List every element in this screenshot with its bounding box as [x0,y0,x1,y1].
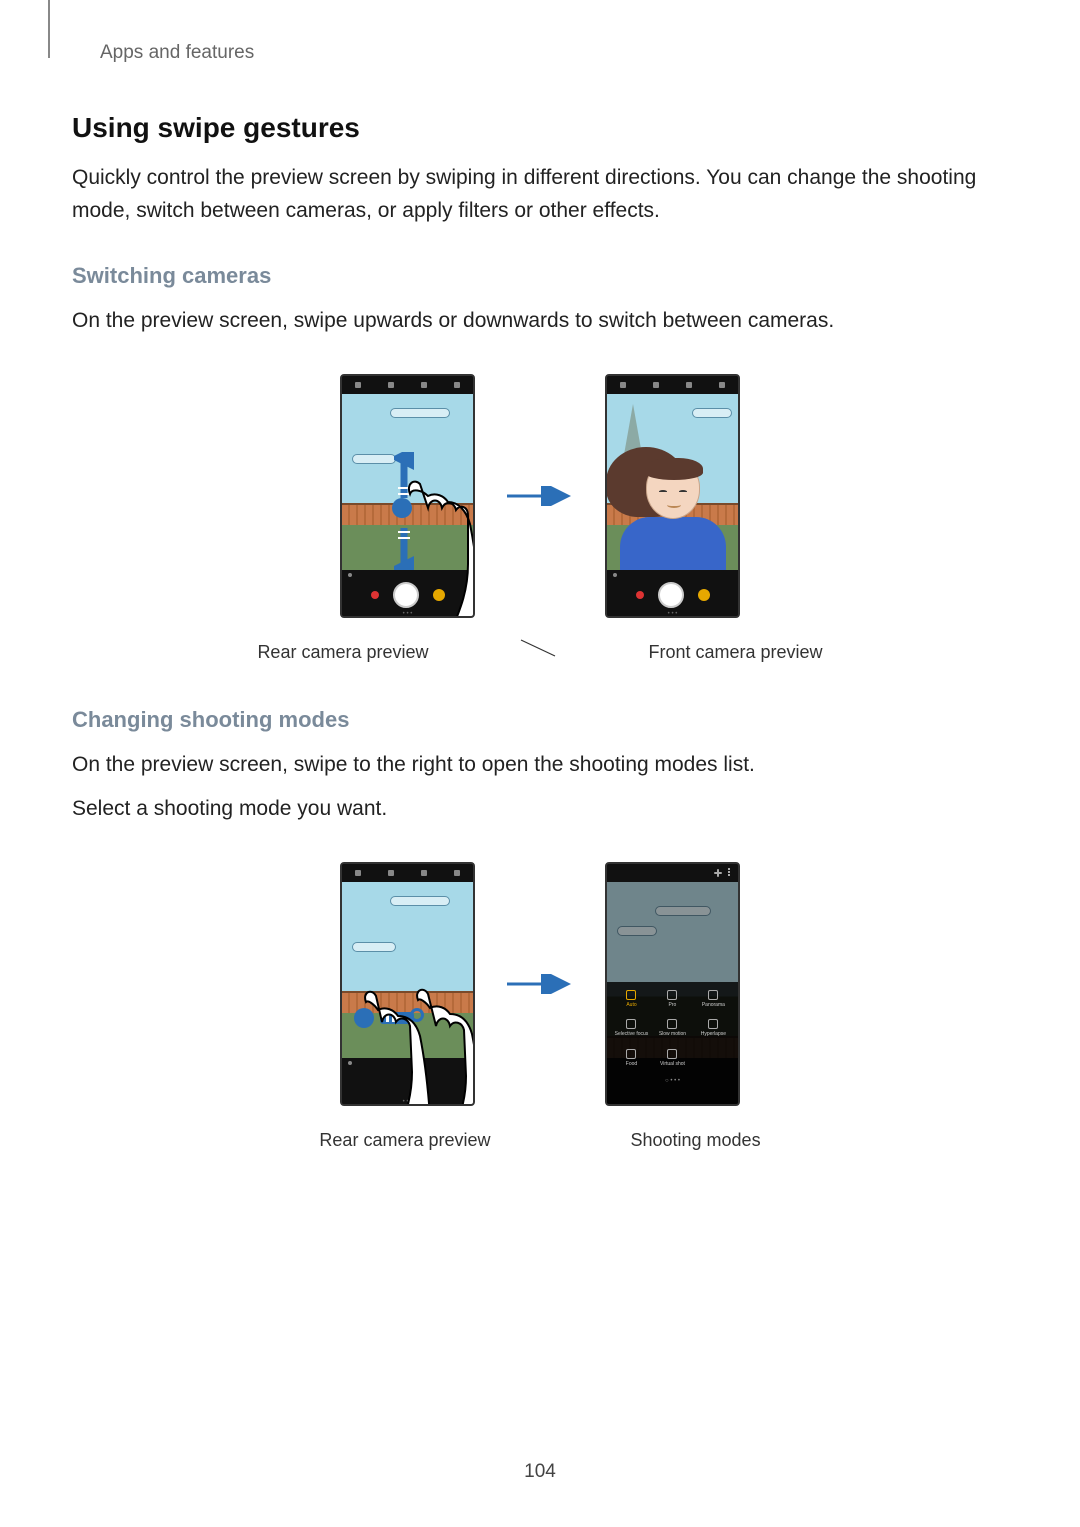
shutter-icon [393,582,419,608]
more-icon [728,868,730,878]
shooting-modes-panel: Auto Pro Panorama Selective focus Slow m… [607,982,738,1104]
plus-icon [714,869,722,877]
touch-indicator-icon [354,1008,374,1028]
mode-icon [433,589,445,601]
phone-mock-rear: • • • [340,862,475,1106]
record-icon [371,591,379,599]
page-content: Apps and features Using swipe gestures Q… [0,0,1080,1151]
figure-caption: Front camera preview [649,642,823,663]
touch-indicator-end-icon [410,1008,424,1022]
breadcrumb: Apps and features [100,42,1008,64]
transition-arrow-icon [505,974,575,994]
figure-rear-preview-swipe-right: • • • [340,862,475,1106]
phone-viewfinder [342,394,473,570]
transition-arrow-icon [505,486,575,506]
phone-topbar [342,864,473,882]
figure-shooting-modes: Auto Pro Panorama Selective focus Slow m… [605,862,740,1106]
mode-item: Slow motion [652,1017,693,1047]
figure-front-preview: • • • [605,374,740,618]
mode-item: Panorama [693,988,734,1018]
figure-caption: Rear camera preview [257,642,428,663]
phone-mock-modes: Auto Pro Panorama Selective focus Slow m… [605,862,740,1106]
mode-item: Selective focus [611,1017,652,1047]
shutter-icon [658,582,684,608]
page-number: 104 [524,1461,556,1483]
figure-rear-preview: • • • [340,374,475,618]
caption-leader-line [519,638,559,658]
phone-mock-front: • • • [605,374,740,618]
phone-shutter-bar: • • • [342,570,473,618]
mode-item: Auto [611,988,652,1018]
swipe-up-arrow-icon [394,452,414,502]
figure-caption: Shooting modes [630,1130,760,1151]
section-heading-changing-modes: Changing shooting modes [72,707,1008,733]
phone-mock-rear: • • • [340,374,475,618]
selfie-illustration [646,461,700,519]
phone-shutter-bar: • • • [342,1058,473,1106]
phone-topbar [607,376,738,394]
record-icon [636,591,644,599]
section-heading-switching-cameras: Switching cameras [72,263,1008,289]
mode-item: Hyperlapse [693,1017,734,1047]
phone-shutter-bar: • • • [607,570,738,618]
figure-row-switching-cameras: • • • [72,374,1008,618]
mode-item: Pro [652,988,693,1018]
intro-paragraph: Quickly control the preview screen by sw… [72,162,1008,227]
mode-item: Food [611,1047,652,1077]
figure-row-changing-modes: • • • [72,862,1008,1106]
figure-caption-row-1: Rear camera preview Front camera preview [72,630,1008,663]
mode-item-empty [693,1047,734,1077]
phone-topbar [342,376,473,394]
phone-viewfinder [342,882,473,1058]
phone-topbar [607,864,738,882]
section1-paragraph: On the preview screen, swipe upwards or … [72,305,1008,338]
section2-paragraph-2: Select a shooting mode you want. [72,793,1008,826]
page-edge-marker [48,0,50,58]
phone-viewfinder [607,394,738,570]
mode-item: Virtual shot [652,1047,693,1077]
swipe-right-arrow-icon [380,1012,414,1024]
figure-caption-row-2: Rear camera preview Shooting modes [72,1118,1008,1151]
mode-icon [698,589,710,601]
swipe-down-arrow-icon [394,524,414,570]
page-title: Using swipe gestures [72,112,1008,144]
section2-paragraph-1: On the preview screen, swipe to the righ… [72,749,1008,782]
figure-caption: Rear camera preview [319,1130,490,1151]
pagination-dots-icon: ○ • • • [611,1078,734,1092]
